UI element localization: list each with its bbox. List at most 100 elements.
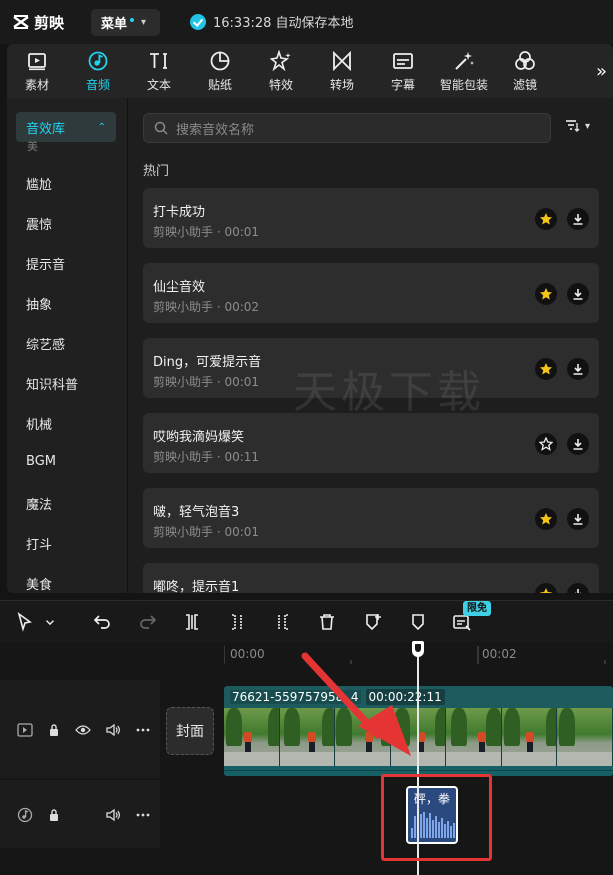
cover-button[interactable]: 封面 <box>166 707 214 755</box>
sound-name: 打卡成功 <box>153 205 206 220</box>
undo-button[interactable] <box>91 611 113 633</box>
delete-button[interactable] <box>316 611 338 633</box>
sound-item[interactable]: 打卡成功 剪映小助手 · 00:01 <box>143 188 599 248</box>
trim-left-button[interactable] <box>226 611 248 633</box>
category-item[interactable]: BGM <box>26 454 56 469</box>
tab-label: 转场 <box>329 78 354 92</box>
favorite-button[interactable] <box>535 358 557 380</box>
download-button[interactable] <box>567 208 589 230</box>
sound-meta: 剪映小助手 · 00:11 <box>153 450 260 464</box>
tab-media[interactable]: 素材 <box>7 50 67 94</box>
search-placeholder: 搜索音效名称 <box>176 122 255 138</box>
title-bar: 剪映 菜单 ▾ 16:33:28 自动保存本地 <box>0 0 613 44</box>
category-item[interactable]: 魔法 <box>26 494 52 513</box>
notification-dot <box>130 17 135 22</box>
sound-item[interactable]: 哎哟我滴妈爆笑 剪映小助手 · 00:11 <box>143 413 599 473</box>
download-button[interactable] <box>567 358 589 380</box>
sound-meta: 剪映小助手 · 00:01 <box>153 525 260 539</box>
chevron-down-icon <box>46 620 54 626</box>
star-filled-icon <box>540 513 552 525</box>
download-icon <box>573 364 583 375</box>
check-icon <box>190 13 206 30</box>
more-icon[interactable] <box>134 806 152 824</box>
download-button[interactable] <box>567 508 589 530</box>
chevron-down-icon: ▾ <box>141 17 147 28</box>
playhead-handle[interactable] <box>412 641 424 657</box>
tab-transition[interactable]: 转场 <box>312 50 372 94</box>
download-button[interactable] <box>567 583 589 593</box>
video-clip-name: 76621-559757958..4 <box>230 690 361 704</box>
redo-button[interactable] <box>137 611 159 633</box>
category-item[interactable]: 尴尬 <box>26 174 52 193</box>
sound-item[interactable]: 啵，轻气泡音3 剪映小助手 · 00:01 <box>143 488 599 548</box>
video-frame <box>557 708 613 766</box>
category-item[interactable]: 机械 <box>26 414 52 433</box>
select-tool-button[interactable] <box>14 611 36 633</box>
star-filled-icon <box>540 588 552 593</box>
favorite-button[interactable] <box>535 208 557 230</box>
sticker-icon <box>210 51 230 71</box>
lock-icon[interactable] <box>45 806 63 824</box>
category-item[interactable]: 提示音 <box>26 254 65 273</box>
shield-add-icon <box>366 614 381 631</box>
marker-add-button[interactable] <box>362 611 384 633</box>
tab-audio[interactable]: 音频 <box>68 50 128 94</box>
video-frame <box>335 708 391 766</box>
favorite-button[interactable] <box>535 283 557 305</box>
sound-item[interactable]: 仙尘音效 剪映小助手 · 00:02 <box>143 263 599 323</box>
menu-button[interactable]: 菜单 ▾ <box>91 9 160 36</box>
autosave-status: 16:33:28 自动保存本地 <box>190 12 354 31</box>
cursor-icon <box>17 612 32 632</box>
more-tabs-icon[interactable]: » <box>596 61 607 82</box>
tab-text[interactable]: 文本 <box>129 50 189 94</box>
download-icon <box>573 514 583 525</box>
sound-item[interactable]: 嘟咚，提示音1 <box>143 563 599 593</box>
select-tool-dropdown[interactable] <box>43 611 57 633</box>
download-icon <box>573 439 583 450</box>
trim-right-button[interactable] <box>272 611 294 633</box>
marker-button[interactable] <box>407 611 429 633</box>
lock-icon[interactable] <box>45 721 63 739</box>
tab-filter[interactable]: 滤镜 <box>495 50 555 94</box>
volume-icon[interactable] <box>104 806 122 824</box>
download-icon <box>575 589 581 593</box>
cover-label: 封面 <box>176 724 204 740</box>
star-outline-icon <box>539 437 553 451</box>
favorite-button[interactable] <box>535 433 557 455</box>
category-item[interactable]: 美食 <box>26 574 52 593</box>
sort-filter-button[interactable]: ▾ <box>566 120 590 132</box>
sound-item[interactable]: Ding，可爱提示音 剪映小助手 · 00:01 <box>143 338 599 398</box>
star-filled-icon <box>540 363 552 375</box>
split-icon <box>186 614 198 630</box>
search-input[interactable]: 搜索音效名称 <box>143 113 551 143</box>
tab-sticker[interactable]: 贴纸 <box>190 50 250 94</box>
favorite-button[interactable] <box>535 583 557 593</box>
split-button[interactable] <box>181 611 203 633</box>
category-item[interactable]: 打斗 <box>26 534 52 553</box>
download-icon <box>573 214 583 225</box>
download-button[interactable] <box>567 433 589 455</box>
tab-smart-pack[interactable]: 智能包装 <box>434 50 494 94</box>
tab-effects[interactable]: 特效 <box>251 50 311 94</box>
trash-icon <box>320 614 334 630</box>
sound-list-panel: 搜索音效名称 ▾ 热门 打卡成功 剪映小助手 · 00:01 仙尘音效 剪映小助… <box>128 98 613 593</box>
video-track-icon <box>16 721 34 739</box>
section-title: 热门 <box>143 164 170 179</box>
category-item[interactable]: 震惊 <box>26 214 52 233</box>
favorite-button[interactable] <box>535 508 557 530</box>
tab-label: 音频 <box>85 78 110 92</box>
volume-icon[interactable] <box>104 721 122 739</box>
sound-name: 仙尘音效 <box>153 280 206 295</box>
sound-name: 哎哟我滴妈爆笑 <box>153 430 245 445</box>
category-item[interactable]: 抽象 <box>26 294 52 313</box>
category-item[interactable]: 综艺感 <box>26 334 65 353</box>
download-button[interactable] <box>567 283 589 305</box>
more-icon[interactable] <box>134 721 152 739</box>
transition-icon <box>333 50 351 72</box>
eye-icon[interactable] <box>74 721 92 739</box>
category-item[interactable]: 知识科普 <box>26 374 78 393</box>
trim-left-icon <box>232 614 242 630</box>
sound-meta: 剪映小助手 · 00:02 <box>153 300 260 314</box>
tab-subtitle[interactable]: 字幕 <box>373 50 433 94</box>
download-icon <box>573 289 583 300</box>
